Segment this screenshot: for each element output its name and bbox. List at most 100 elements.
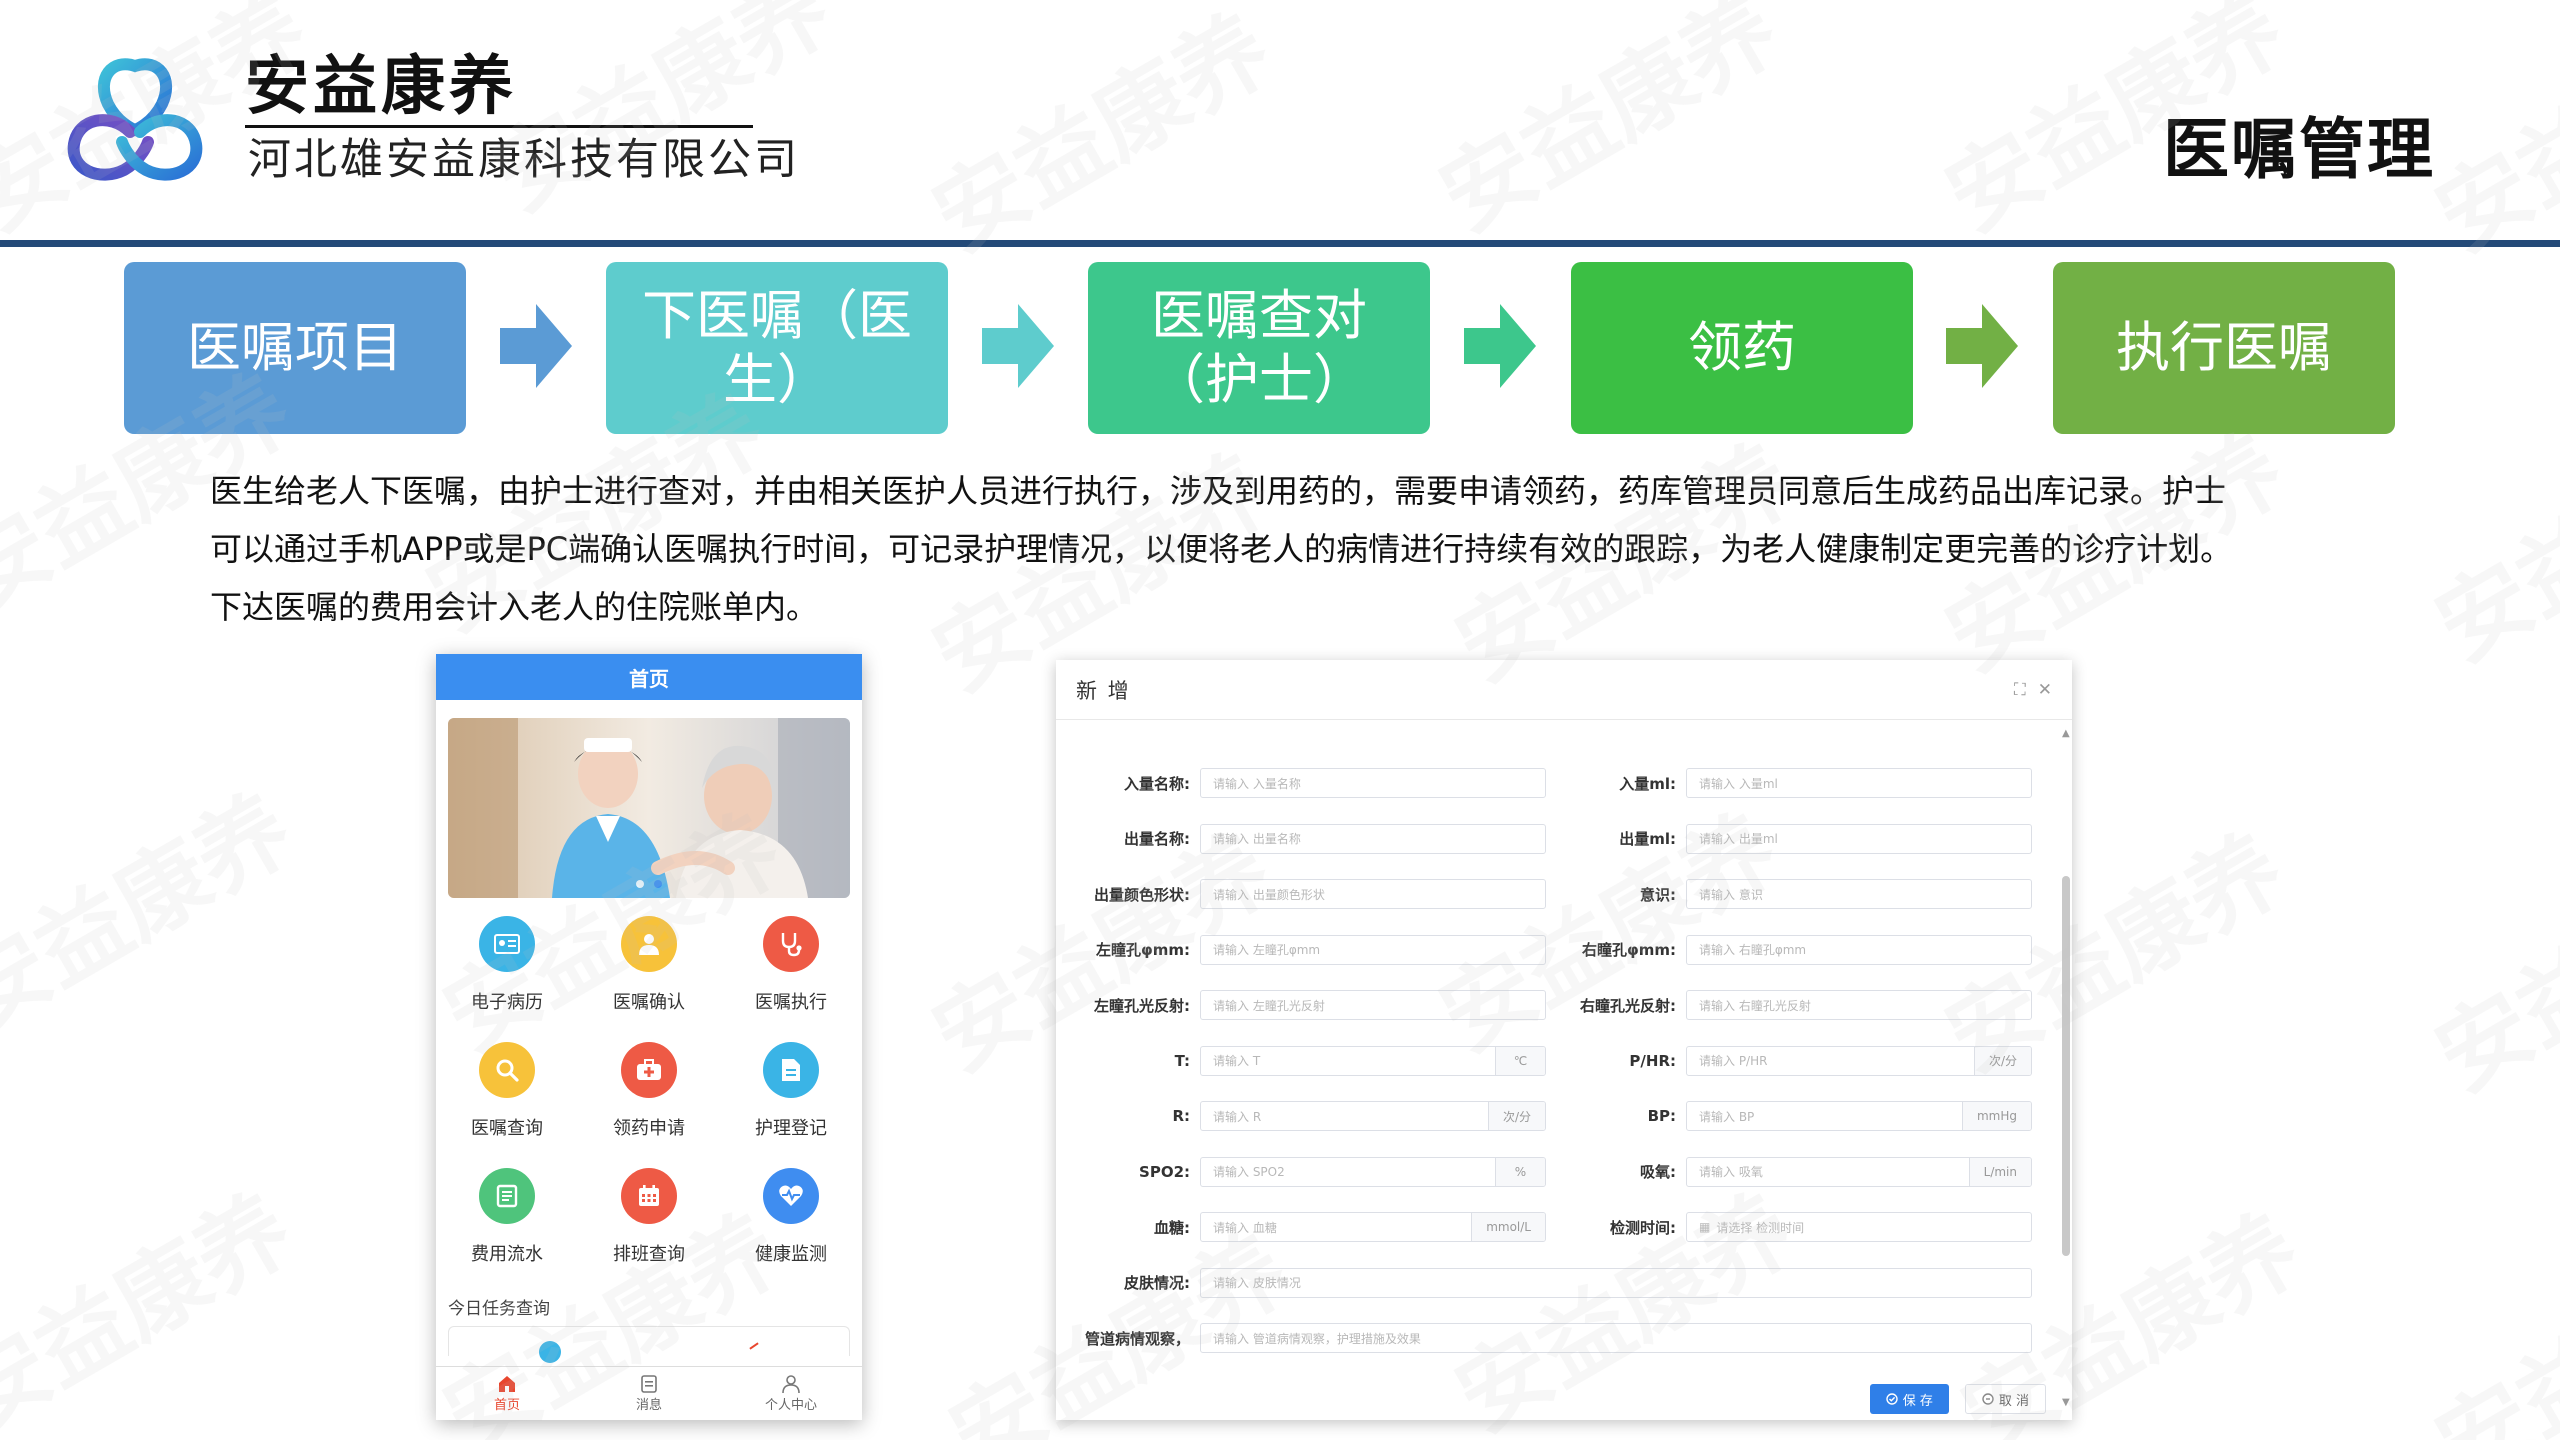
text-input[interactable]: 请输入 管道病情观察，护理措施及效果 — [1200, 1323, 2032, 1353]
flow-arrow-icon — [500, 304, 572, 388]
feature-expense-flow[interactable]: 费用流水 — [436, 1168, 578, 1266]
calendar-icon: ▦ — [1699, 1220, 1711, 1234]
tab-label: 消息 — [635, 1398, 662, 1413]
tab-personal-center[interactable]: 个人中心 — [720, 1367, 862, 1420]
calendar-icon — [621, 1168, 677, 1224]
text-input[interactable]: 请输入 SPO2% — [1200, 1156, 1546, 1187]
scroll-down-icon[interactable]: ▼ — [2062, 1397, 2070, 1408]
flow-step-label: 医嘱项目 — [187, 316, 403, 379]
dialog-scrollbar[interactable]: ▲ ▼ — [2062, 728, 2070, 1408]
dialog-header: 新 增 ⛶ ✕ — [1056, 660, 2072, 720]
carousel-dot[interactable] — [636, 880, 644, 888]
field-label: 检测时间: — [1610, 1218, 1676, 1237]
text-input[interactable]: 请输入 意识 — [1686, 879, 2032, 909]
input-placeholder: 请输入 右瞳孔光反射 — [1699, 998, 1811, 1013]
input-placeholder: 请输入 入量名称 — [1213, 776, 1301, 791]
field-label: 入量ml: — [1619, 774, 1676, 793]
form-row: 检测时间: ▦ 请选择 检测时间 — [1556, 1212, 2032, 1242]
user-icon — [621, 916, 677, 972]
text-input[interactable]: 请输入 P/HR 次/分 — [1686, 1045, 2032, 1076]
cancel-icon — [1982, 1393, 1994, 1405]
field-label: 血糖: — [1154, 1218, 1190, 1237]
tab-messages[interactable]: 消息 — [578, 1367, 720, 1420]
unit-suffix: % — [1495, 1157, 1545, 1186]
feature-order-query[interactable]: 医嘱查询 — [436, 1042, 578, 1140]
cancel-button[interactable]: 取 消 — [1964, 1384, 2046, 1414]
flow-step-2: 下医嘱（医生） — [606, 262, 948, 434]
form-row: R: 请输入 R 次/分 — [1070, 1101, 1546, 1131]
page-title: 医嘱管理 — [2163, 111, 2435, 188]
tab-label: 个人中心 — [764, 1398, 817, 1413]
document-icon — [763, 1042, 819, 1098]
feature-label: 医嘱确认 — [613, 992, 685, 1013]
text-input[interactable]: 请输入 R 次/分 — [1200, 1101, 1546, 1131]
carousel-dot-active[interactable] — [654, 880, 662, 888]
feature-order-execute[interactable]: 医嘱执行 — [720, 916, 862, 1014]
close-icon[interactable]: ✕ — [2038, 680, 2052, 700]
text-input[interactable]: 请输入 吸氧 L/min — [1686, 1156, 2032, 1187]
feature-schedule-query[interactable]: 排班查询 — [578, 1168, 720, 1266]
text-input[interactable]: 请输入 入量ml — [1686, 768, 2032, 798]
text-input[interactable]: 请输入 出量颜色形状 — [1200, 879, 1546, 909]
feature-label: 护理登记 — [755, 1118, 827, 1139]
text-input[interactable]: 请输入 入量名称 — [1200, 768, 1546, 798]
flow-step-label: 执行医嘱 — [2116, 316, 2332, 379]
flow-step-1: 医嘱项目 — [124, 262, 466, 434]
field-label: R: — [1172, 1107, 1190, 1125]
flow-step-5: 执行医嘱 — [2053, 262, 2395, 434]
feature-health-monitor[interactable]: 健康监测 — [720, 1168, 862, 1266]
flow-step-label: 下医嘱（医生） — [642, 284, 912, 411]
save-icon — [1886, 1393, 1898, 1405]
watermark-text: 安益康养 — [475, 0, 848, 232]
carousel-dots — [448, 880, 850, 888]
unit-suffix: mmHg — [1961, 1102, 2031, 1130]
date-picker-input[interactable]: ▦ 请选择 检测时间 — [1686, 1212, 2032, 1242]
save-button[interactable]: 保 存 — [1869, 1384, 1949, 1414]
text-input[interactable]: 请输入 出量ml — [1686, 823, 2032, 854]
feature-nursing-register[interactable]: 护理登记 — [720, 1042, 862, 1140]
today-task-card[interactable] — [448, 1326, 850, 1363]
scroll-up-icon[interactable]: ▲ — [2062, 728, 2070, 739]
form-row: 管道病情观察， 请输入 管道病情观察，护理措施及效果 — [1070, 1323, 2032, 1353]
form-row: 出量颜色形状: 请输入 出量颜色形状 — [1070, 879, 1546, 909]
company-name: 河北雄安益康科技有限公司 — [248, 135, 800, 185]
form-row: BP: 请输入 BP mmHg — [1556, 1101, 2032, 1131]
banner-carousel[interactable] — [448, 718, 850, 898]
feature-electronic-record[interactable]: 电子病历 — [436, 916, 578, 1014]
input-placeholder: 请输入 管道病情观察，护理措施及效果 — [1213, 1331, 1421, 1346]
save-button-label: 保 存 — [1902, 1393, 1933, 1409]
field-label: SPO2: — [1139, 1162, 1190, 1181]
text-input[interactable]: 请输入 右瞳孔光反射 — [1686, 990, 2032, 1020]
input-placeholder: 请输入 R — [1213, 1109, 1262, 1124]
mobile-app-mockup: 首页 电子病历 医嘱确认 医嘱执行 医嘱查询 领药申请 护理登记 费用流水 排班… — [436, 654, 862, 1420]
text-input[interactable]: 请输入 皮肤情况 — [1200, 1267, 2032, 1298]
input-placeholder: 请输入 BP — [1699, 1109, 1755, 1124]
id-card-icon — [479, 916, 535, 972]
text-input[interactable]: 请输入 T ℃ — [1200, 1045, 1546, 1076]
tab-home[interactable]: 首页 — [436, 1367, 578, 1420]
feature-drug-apply[interactable]: 领药申请 — [578, 1042, 720, 1140]
field-label: 左瞳孔光反射: — [1094, 996, 1190, 1015]
text-input[interactable]: 请输入 左瞳孔光反射 — [1200, 990, 1546, 1020]
input-placeholder: 请输入 出量颜色形状 — [1213, 887, 1325, 902]
brand-divider — [245, 125, 753, 128]
feature-label: 排班查询 — [613, 1244, 685, 1265]
field-label: BP: — [1647, 1107, 1676, 1125]
person-icon — [782, 1375, 800, 1394]
feature-label: 费用流水 — [471, 1244, 543, 1265]
field-label: 出量ml: — [1619, 830, 1676, 848]
scrollbar-thumb[interactable] — [2062, 876, 2070, 1256]
text-input[interactable]: 请输入 出量名称 — [1200, 823, 1546, 854]
dialog-tools: ⛶ ✕ — [2014, 680, 2052, 700]
feature-order-confirm[interactable]: 医嘱确认 — [578, 916, 720, 1014]
watermark-text: 安益康养 — [916, 0, 1289, 272]
text-input[interactable]: 请输入 左瞳孔φmm — [1200, 934, 1546, 965]
brand-name: 安益康养 — [245, 50, 517, 124]
fullscreen-icon[interactable]: ⛶ — [2014, 680, 2026, 700]
text-input[interactable]: 请输入 BP mmHg — [1686, 1101, 2032, 1131]
field-label: 右瞳孔光反射: — [1580, 996, 1676, 1015]
text-input[interactable]: 请输入 血糖 mmol/L — [1200, 1212, 1546, 1242]
text-input[interactable]: 请输入 右瞳孔φmm — [1686, 934, 2032, 965]
input-placeholder: 请输入 血糖 — [1213, 1220, 1277, 1235]
watermark-text: 安益康养 — [0, 775, 309, 1052]
